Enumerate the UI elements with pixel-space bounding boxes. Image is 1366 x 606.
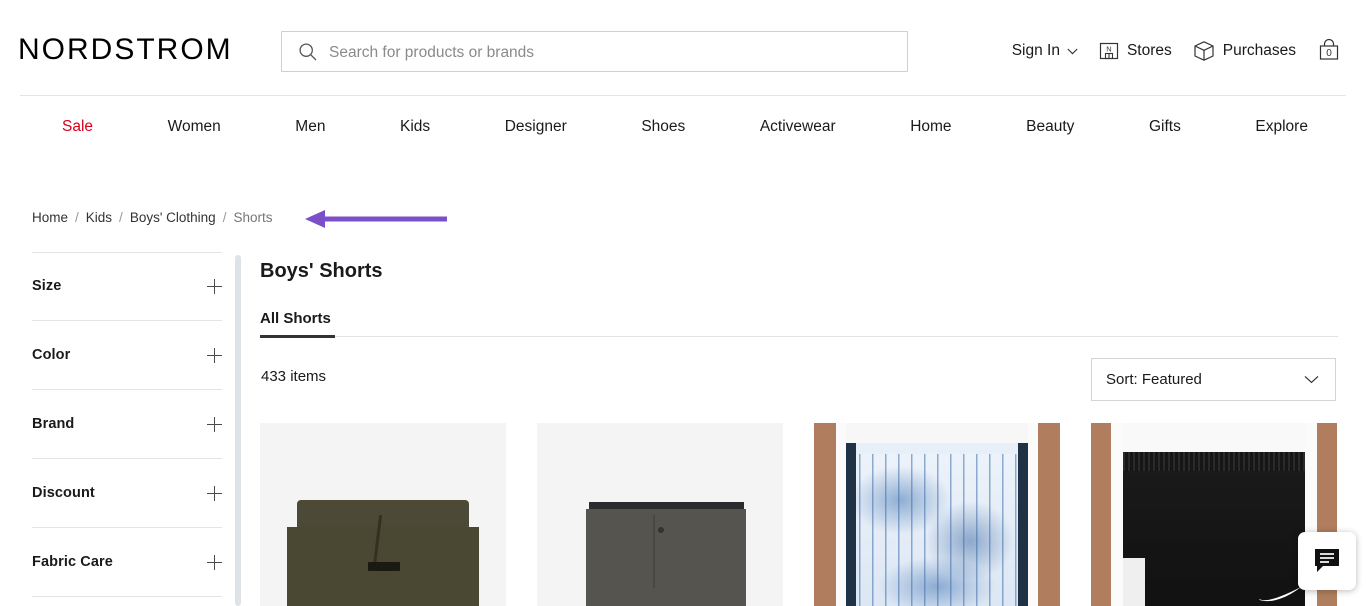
product-image-part (657, 527, 664, 534)
breadcrumb-item-home[interactable]: Home (32, 210, 68, 225)
search-icon (299, 43, 317, 61)
sort-dropdown[interactable]: Sort: Featured (1091, 358, 1336, 401)
product-image-part (845, 443, 1028, 606)
nav-item-sale[interactable]: Sale (62, 118, 93, 136)
product-image-part (1122, 452, 1305, 606)
product-image-part (1035, 423, 1060, 606)
plus-icon (207, 485, 222, 501)
nav-item-women[interactable]: Women (168, 118, 221, 136)
filter-label-fabric-care: Fabric Care (32, 554, 113, 570)
breadcrumb-separator: / (222, 210, 227, 225)
tab-all-shorts[interactable]: All Shorts (260, 310, 331, 327)
store-icon: N (1099, 42, 1119, 60)
sign-in-label: Sign In (1011, 42, 1060, 59)
nav-item-explore[interactable]: Explore (1255, 118, 1308, 136)
active-tab-indicator (260, 335, 335, 338)
nav-item-home[interactable]: Home (910, 118, 951, 136)
filter-label-brand: Brand (32, 416, 75, 432)
product-card-gray-chino-shorts[interactable] (537, 423, 783, 606)
filter-label-color: Color (32, 347, 71, 363)
main-content: Boys' Shorts All Shorts 433 items Sort: … (260, 252, 1366, 606)
nav-item-activewear[interactable]: Activewear (760, 118, 836, 136)
product-image-part (368, 562, 401, 572)
breadcrumb-separator: / (75, 210, 79, 225)
product-image-part (814, 423, 839, 606)
breadcrumb-item-shorts[interactable]: Shorts (233, 210, 272, 225)
header-actions: Sign In N Stores Purchases 0 (1002, 33, 1352, 69)
filter-discount[interactable]: Discount (32, 459, 222, 528)
stores-label: Stores (1126, 42, 1172, 59)
nav-item-designer[interactable]: Designer (505, 118, 567, 136)
plus-icon (207, 554, 222, 570)
nike-swoosh-icon (1258, 587, 1301, 602)
stores-button[interactable]: N Stores (1088, 33, 1182, 69)
sign-in-button[interactable]: Sign In (1002, 33, 1088, 69)
product-image-part (845, 443, 856, 606)
chevron-down-icon (1304, 375, 1319, 384)
chevron-down-icon (1067, 48, 1078, 54)
product-image-part (652, 514, 655, 588)
page-scrollbar[interactable] (235, 255, 241, 606)
category-tabs: All Shorts (260, 310, 1338, 340)
filter-fabric-care[interactable]: Fabric Care (32, 528, 222, 597)
shopping-bag-button[interactable]: 0 (1306, 33, 1352, 69)
filter-size[interactable]: Size (32, 252, 222, 321)
breadcrumb-item-kids[interactable]: Kids (86, 210, 112, 225)
product-grid (260, 423, 1366, 606)
product-card-olive-sweat-shorts[interactable] (260, 423, 506, 606)
nav-item-shoes[interactable]: Shoes (641, 118, 685, 136)
nav-item-men[interactable]: Men (295, 118, 325, 136)
product-image-part (845, 423, 1028, 444)
product-image-part (855, 443, 1019, 455)
plus-icon (207, 416, 222, 432)
nordstrom-category-page: NORDSTROM Search for products or brands … (0, 0, 1366, 606)
bag-count: 0 (1326, 48, 1332, 59)
nav-item-gifts[interactable]: Gifts (1149, 118, 1181, 136)
nav-items: Sale Women Men Kids Designer Shoes Activ… (62, 118, 1308, 136)
plus-icon (207, 347, 222, 363)
package-box-icon (1194, 41, 1214, 61)
svg-text:N: N (1106, 44, 1111, 53)
product-card-blue-marble-print-shorts[interactable] (814, 423, 1060, 606)
nav-item-kids[interactable]: Kids (400, 118, 430, 136)
breadcrumb-separator: / (119, 210, 123, 225)
chat-widget-button[interactable] (1298, 532, 1356, 590)
tab-rule (260, 336, 1338, 337)
product-image-part (296, 499, 470, 531)
nav-item-beauty[interactable]: Beauty (1026, 118, 1074, 136)
product-image-part (1018, 443, 1029, 606)
filter-sidebar: Size Color Brand Discount Fabric Care (0, 252, 237, 606)
nordstrom-logo[interactable]: NORDSTROM (18, 33, 233, 67)
annotation-arrow-icon (305, 210, 447, 228)
product-image-part (586, 509, 747, 606)
purchases-label: Purchases (1222, 42, 1296, 59)
item-count: 433 items (261, 368, 327, 385)
filter-brand[interactable]: Brand (32, 390, 222, 459)
filter-label-discount: Discount (32, 485, 95, 501)
main-navigation: Sale Women Men Kids Designer Shoes Activ… (0, 96, 1366, 170)
product-image-part (1122, 452, 1305, 471)
purchases-button[interactable]: Purchases (1182, 33, 1306, 69)
page-title: Boys' Shorts (260, 260, 383, 282)
product-image-part (1122, 558, 1146, 606)
sort-label: Sort: Featured (1106, 371, 1202, 388)
filter-label-size: Size (32, 278, 62, 294)
shopping-bag-icon: 0 (1319, 38, 1339, 60)
breadcrumb: Home / Kids / Boys' Clothing / Shorts (32, 210, 272, 225)
filter-color[interactable]: Color (32, 321, 222, 390)
product-image-part (1122, 423, 1305, 453)
breadcrumb-item-boys-clothing[interactable]: Boys' Clothing (130, 210, 216, 225)
chat-bubble-icon (1315, 549, 1339, 572)
site-header: NORDSTROM Search for products or brands … (0, 0, 1366, 96)
plus-icon (207, 278, 222, 294)
search-input[interactable]: Search for products or brands (281, 31, 908, 72)
search-placeholder: Search for products or brands (329, 44, 535, 61)
